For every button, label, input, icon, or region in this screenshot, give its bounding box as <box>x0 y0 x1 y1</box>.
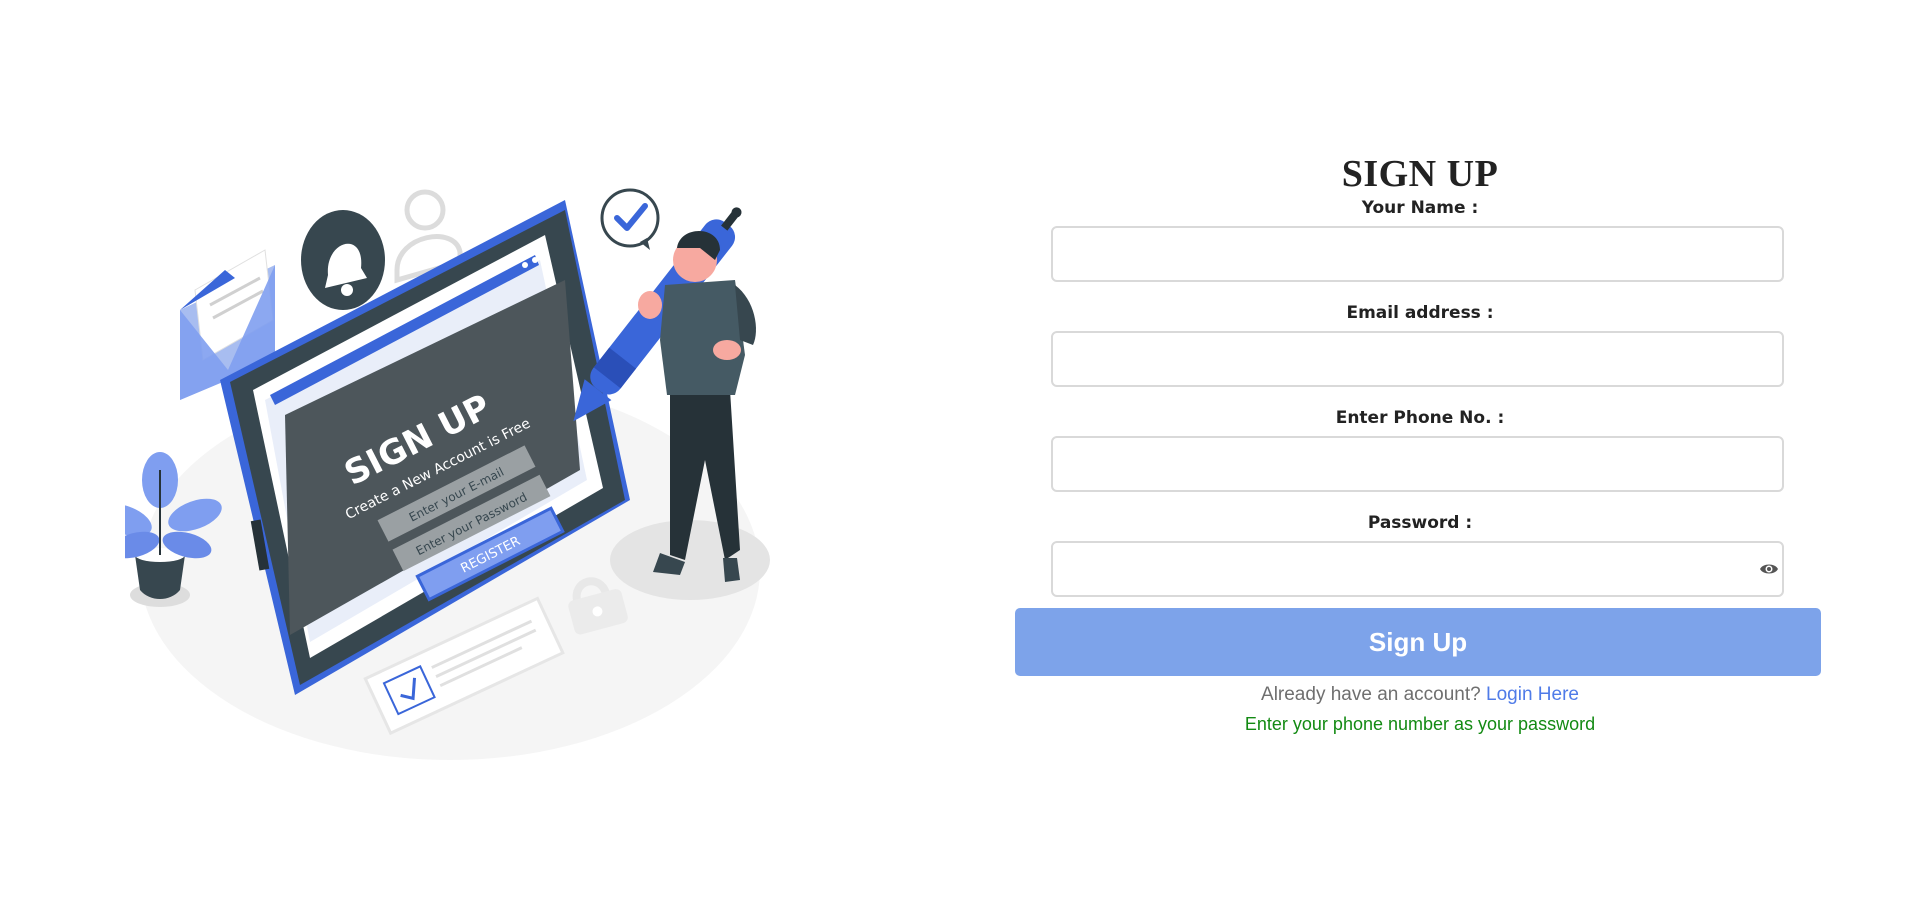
login-prompt: Already have an account? Login Here <box>1015 684 1825 706</box>
page-title: SIGN UP <box>1341 153 1499 195</box>
have-account-text: Already have an account? <box>1261 684 1481 705</box>
signup-form: SIGN UP Your Name : Email address : Ente… <box>1015 140 1825 735</box>
email-input[interactable] <box>1051 331 1784 387</box>
name-label: Your Name : <box>1361 198 1479 218</box>
login-link[interactable]: Login Here <box>1486 684 1579 705</box>
password-group: Password : <box>1015 513 1825 597</box>
phone-group: Enter Phone No. : <box>1015 408 1825 492</box>
email-label: Email address : <box>1346 303 1494 323</box>
email-field-wrapper <box>1051 331 1789 387</box>
name-input[interactable] <box>1051 226 1784 282</box>
phone-field-wrapper <box>1051 436 1789 492</box>
eye-icon[interactable] <box>1759 559 1779 579</box>
phone-label: Enter Phone No. : <box>1335 408 1505 428</box>
sign-up-button[interactable]: Sign Up <box>1015 608 1821 676</box>
name-field-wrapper <box>1051 226 1789 282</box>
email-group: Email address : <box>1015 303 1825 387</box>
password-input[interactable] <box>1051 541 1784 597</box>
bell-icon <box>301 210 385 310</box>
password-hint: Enter your phone number as your password <box>1244 714 1596 734</box>
password-label: Password : <box>1367 513 1473 533</box>
password-field-wrapper <box>1051 541 1789 597</box>
phone-input[interactable] <box>1051 436 1784 492</box>
check-icon <box>600 188 660 250</box>
signup-illustration: SIGN UP Create a New Account is Free Ent… <box>125 188 770 760</box>
signup-page: SIGN UP Create a New Account is Free Ent… <box>0 0 1914 897</box>
name-group: Your Name : <box>1015 198 1825 282</box>
